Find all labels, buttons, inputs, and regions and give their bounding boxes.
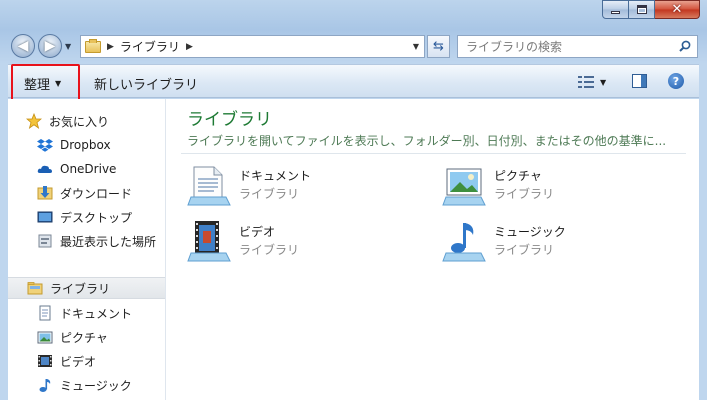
videos-icon (37, 353, 53, 369)
breadcrumb-separator-icon[interactable]: ▶ (107, 42, 114, 52)
library-type: ライブラリ (239, 187, 300, 201)
nav-item-music[interactable]: ミュージック (37, 374, 165, 396)
library-name: ビデオ (239, 225, 276, 239)
chevron-down-icon: ▼ (55, 79, 62, 88)
star-icon (25, 112, 43, 129)
recent-places-icon (37, 233, 53, 249)
nav-item-label: ミュージック (60, 378, 132, 393)
desktop-icon (37, 209, 53, 225)
page-title: ライブラリ (187, 110, 272, 130)
nav-favorites-label: お気に入り (49, 114, 110, 129)
pictures-icon (37, 329, 53, 345)
organize-button[interactable]: 整理 ▼ (24, 74, 61, 93)
library-item-videos[interactable]: ビデオ ライブラリ (186, 219, 426, 267)
music-library-icon (442, 223, 486, 262)
title-divider (181, 153, 686, 154)
library-item-music[interactable]: ミュージック ライブラリ (441, 219, 681, 267)
music-icon (37, 377, 53, 393)
pictures-library-icon (442, 168, 486, 206)
command-bar: 整理 ▼ 新しいライブラリ ▼ ? (8, 64, 699, 98)
address-history-dropdown[interactable]: ▼ (413, 42, 419, 51)
nav-item-recent-places[interactable]: 最近表示した場所 (37, 230, 165, 252)
library-name: ピクチャ (494, 169, 542, 183)
maximize-icon (636, 5, 647, 14)
forward-button[interactable]: ▶ (38, 34, 62, 58)
content-pane: ライブラリ ライブラリを開いてファイルを表示し、フォルダー別、日付別、またはその… (166, 99, 699, 400)
search-box[interactable] (457, 35, 698, 58)
nav-item-label: ドキュメント (60, 306, 133, 321)
views-icon (578, 75, 594, 89)
videos-library-icon (187, 221, 231, 262)
forward-arrow-icon: ▶ (44, 38, 56, 54)
documents-library-icon (187, 166, 231, 206)
refresh-icon: ⇆ (433, 39, 444, 54)
nav-item-onedrive[interactable]: OneDrive (37, 158, 165, 180)
library-name: ドキュメント (239, 169, 312, 183)
downloads-folder-icon (37, 185, 53, 201)
chevron-down-icon: ▼ (600, 77, 607, 87)
nav-item-videos[interactable]: ビデオ (37, 350, 165, 372)
library-folder-icon (85, 38, 101, 53)
help-icon: ? (672, 74, 680, 88)
nav-item-label: ダウンロード (60, 186, 133, 201)
minimize-button[interactable] (602, 0, 629, 19)
nav-item-documents[interactable]: ドキュメント (37, 302, 165, 324)
minimize-icon (611, 11, 620, 14)
nav-favorites[interactable]: お気に入り (25, 110, 165, 132)
back-arrow-icon: ◀ (17, 38, 29, 54)
breadcrumb-separator-icon[interactable]: ▶ (186, 42, 193, 52)
library-item-documents[interactable]: ドキュメント ライブラリ (186, 163, 426, 211)
main-area: お気に入り Dropbox OneDrive ダウンロード デスクトップ 最近表… (8, 99, 699, 400)
nav-libraries[interactable]: ライブラリ (8, 277, 165, 299)
maximize-button[interactable] (629, 0, 655, 19)
library-type: ライブラリ (494, 243, 555, 257)
library-type: ライブラリ (239, 243, 300, 257)
nav-item-label: ビデオ (60, 354, 97, 369)
search-input[interactable] (466, 39, 676, 54)
breadcrumb-libraries[interactable]: ライブラリ (120, 38, 180, 55)
nav-item-downloads[interactable]: ダウンロード (37, 182, 165, 204)
library-folder-icon (27, 280, 43, 296)
page-description: ライブラリを開いてファイルを表示し、フォルダー別、日付別、またはその他の基準に.… (187, 134, 667, 148)
nav-item-label: 最近表示した場所 (60, 234, 157, 249)
help-button[interactable]: ? (668, 73, 684, 89)
close-icon: ✕ (671, 2, 683, 17)
dropbox-icon (37, 137, 53, 153)
navigation-pane: お気に入り Dropbox OneDrive ダウンロード デスクトップ 最近表… (8, 99, 166, 400)
address-bar[interactable]: ▶ ライブラリ ▶ ▼ (80, 35, 425, 58)
nav-item-desktop[interactable]: デスクトップ (37, 206, 165, 228)
documents-icon (37, 305, 53, 321)
close-button[interactable]: ✕ (655, 0, 700, 19)
nav-item-label: OneDrive (60, 162, 117, 176)
preview-pane-button[interactable] (632, 74, 647, 88)
navigation-bar: ◀ ▶ ▼ ▶ ライブラリ ▶ ▼ ⇆ (0, 30, 707, 62)
nav-item-pictures[interactable]: ピクチャ (37, 326, 165, 348)
nav-item-label: ピクチャ (60, 330, 108, 345)
onedrive-icon (37, 161, 53, 177)
recent-pages-dropdown[interactable]: ▼ (65, 42, 71, 51)
new-library-button[interactable]: 新しいライブラリ (94, 74, 198, 93)
nav-item-label: Dropbox (60, 138, 111, 152)
search-icon (679, 40, 691, 52)
library-item-pictures[interactable]: ピクチャ ライブラリ (441, 163, 681, 211)
library-type: ライブラリ (494, 187, 555, 201)
refresh-button[interactable]: ⇆ (427, 35, 450, 58)
back-button[interactable]: ◀ (11, 34, 35, 58)
nav-item-label: デスクトップ (60, 210, 133, 225)
nav-libraries-label: ライブラリ (50, 281, 111, 296)
nav-item-dropbox[interactable]: Dropbox (37, 134, 165, 156)
change-view-button[interactable]: ▼ (578, 75, 606, 89)
caption-buttons: ✕ (602, 0, 700, 19)
organize-label: 整理 (24, 78, 51, 93)
library-name: ミュージック (494, 225, 566, 239)
